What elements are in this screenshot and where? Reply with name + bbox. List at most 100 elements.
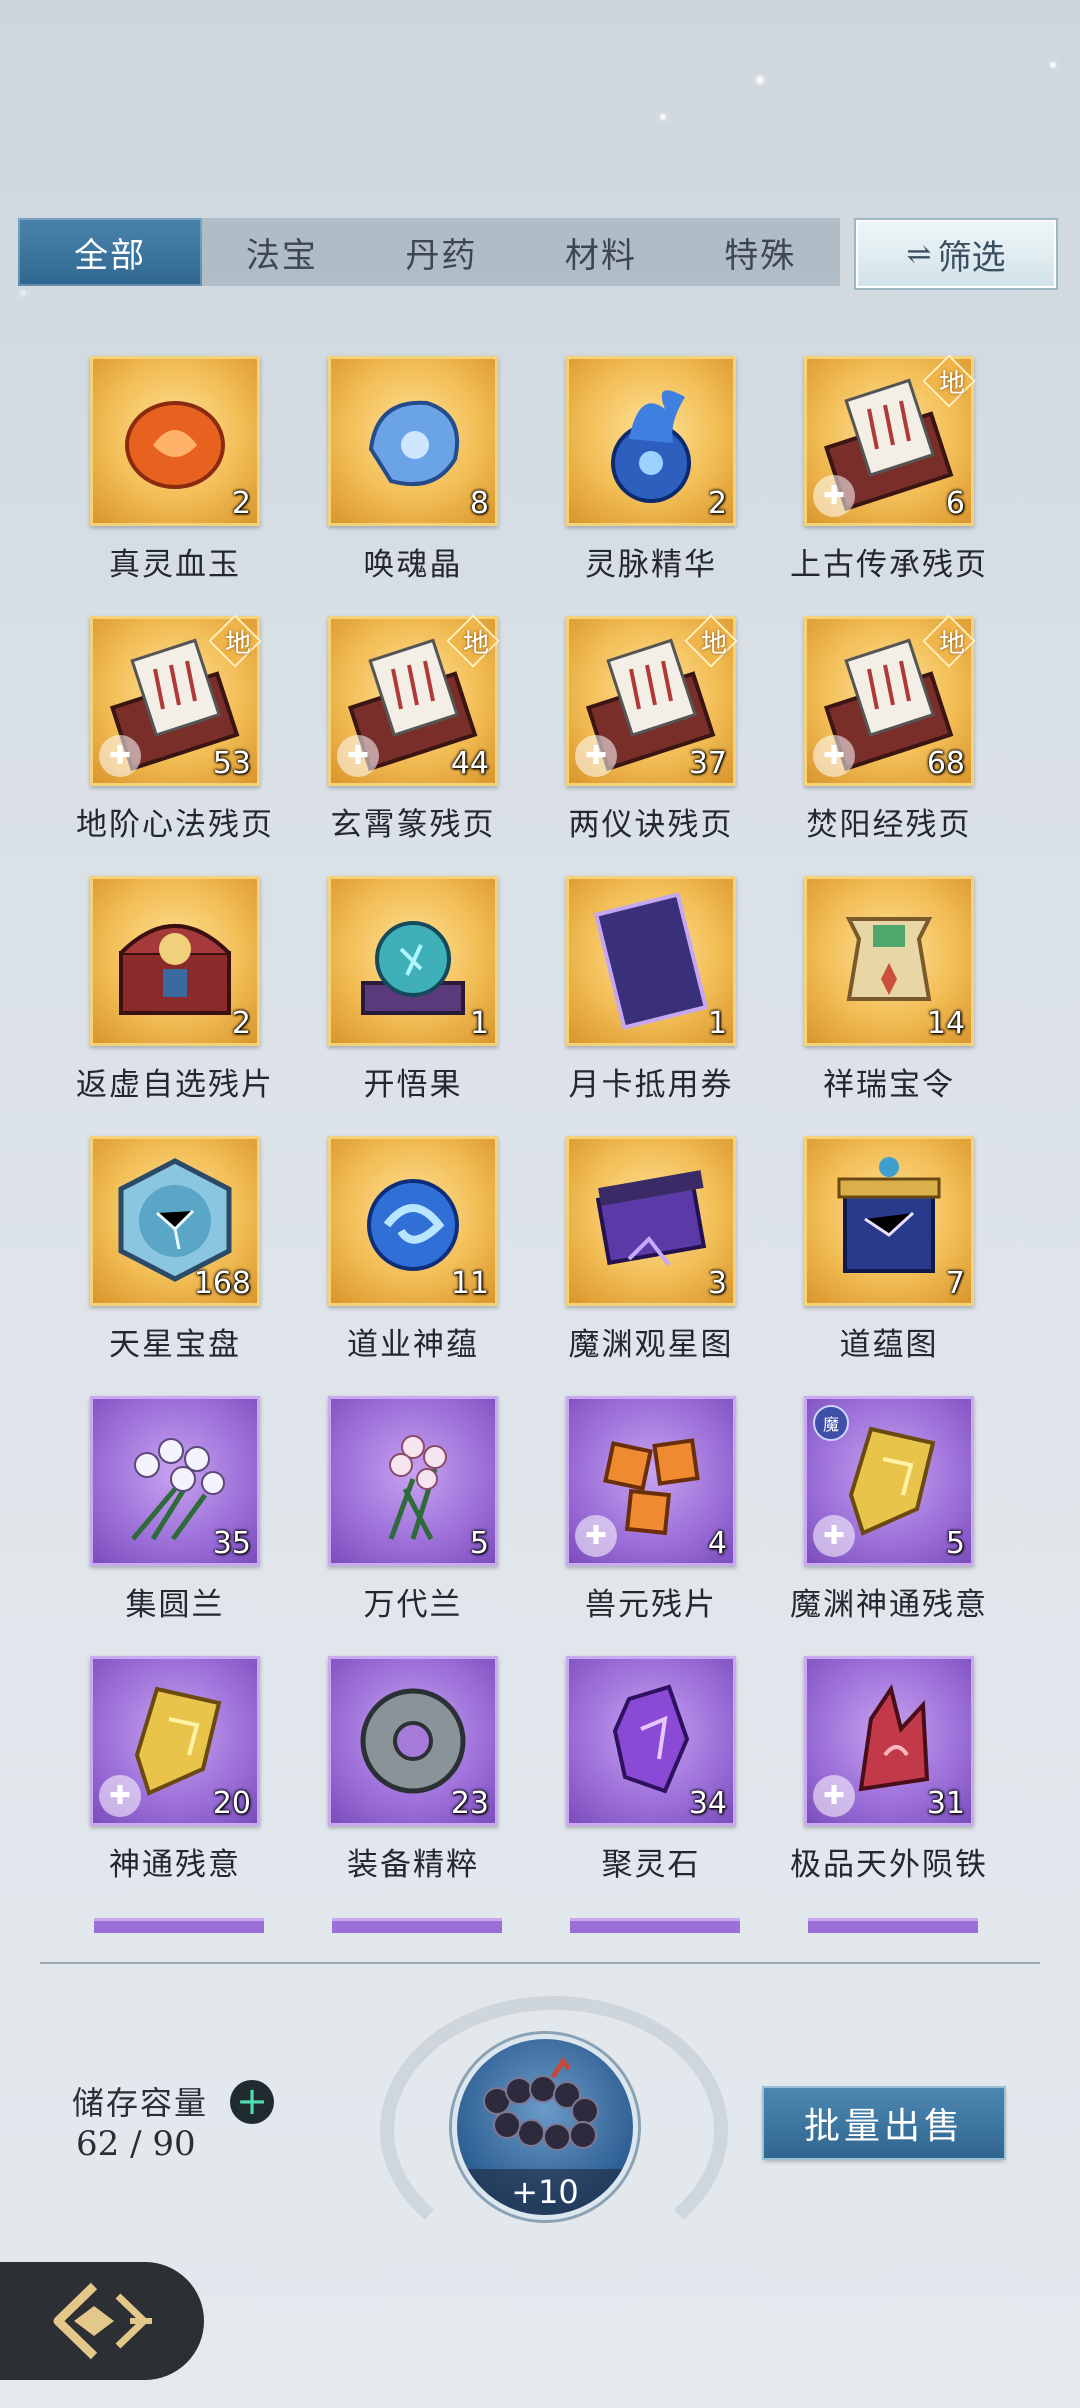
partial-item-row [808,1918,978,1933]
item-count: 2 [707,486,727,521]
item-icon-frame: 2 [90,356,260,526]
sparkle [756,76,764,84]
puzzle-piece-icon: ✚ [337,735,379,777]
item-name: 地阶心法残页 [76,807,274,843]
item-count: 35 [212,1526,251,1561]
item-icon-frame: ✚ 4 [566,1396,736,1566]
item-count: 34 [688,1786,727,1821]
sparkle [20,290,26,296]
tab-special[interactable]: 特殊 [681,218,840,286]
item-icon-frame: 5 [328,1396,498,1566]
item-count: 53 [212,746,251,781]
item-icon-frame: 魔 ✚ 5 [804,1396,974,1566]
inventory-item[interactable]: 地 ✚ 44 玄霄篆残页 [294,616,532,866]
sparkle [660,114,666,120]
item-name: 魔渊神通残意 [790,1587,988,1623]
item-icon-frame: 地 ✚ 53 [90,616,260,786]
tab-all[interactable]: 全部 [18,218,203,286]
tier-badge-text: 地 [938,369,965,399]
inventory-item[interactable]: 5 万代兰 [294,1396,532,1646]
bulk-sell-button[interactable]: 批量出售 [764,2088,1004,2158]
item-name: 极品天外陨铁 [790,1847,988,1883]
inventory-item[interactable]: 11 道业神蕴 [294,1136,532,1386]
inventory-item[interactable]: ✚ 4 兽元残片 [532,1396,770,1646]
category-tab-bar: 全部 法宝 丹药 材料 特殊 [18,218,840,286]
inventory-item[interactable]: 2 灵脉精华 [532,356,770,606]
inventory-item[interactable]: 2 返虚自选残片 [56,876,294,1126]
tier-badge-text: 地 [700,629,727,659]
item-name: 月卡抵用券 [568,1067,734,1103]
item-count: 11 [450,1266,489,1301]
item-name: 装备精粹 [347,1847,479,1883]
item-count: 8 [469,486,489,521]
inventory-item[interactable]: 7 道蕴图 [770,1136,1008,1386]
inventory-item[interactable]: 地 ✚ 37 两仪诀残页 [532,616,770,866]
filter-button[interactable]: ⇌ 筛选 [856,220,1056,288]
item-name: 魔渊观星图 [568,1327,734,1363]
item-icon-frame: 地 ✚ 6 [804,356,974,526]
item-icon-frame: ✚ 31 [804,1656,974,1826]
item-name: 返虚自选残片 [76,1067,274,1103]
demon-badge: 魔 [813,1405,849,1441]
tier-badge-text: 地 [938,629,965,659]
puzzle-piece-icon: ✚ [813,475,855,517]
storage-label: 储存容量 [72,2084,209,2122]
bracelet-button[interactable]: +10 [452,2034,638,2220]
tier-badge-text: 地 [224,629,251,659]
item-icon-frame: 11 [328,1136,498,1306]
item-name: 聚灵石 [601,1847,701,1883]
back-button[interactable] [0,2262,204,2380]
item-count: 68 [926,746,965,781]
inventory-item[interactable]: 14 祥瑞宝令 [770,876,1008,1126]
item-name: 集圆兰 [125,1587,225,1623]
puzzle-piece-icon: ✚ [575,735,617,777]
inventory-item[interactable]: 1 月卡抵用券 [532,876,770,1126]
item-icon-frame: 23 [328,1656,498,1826]
inventory-item[interactable]: 地 ✚ 53 地阶心法残页 [56,616,294,866]
item-icon-frame: 2 [566,356,736,526]
tab-material[interactable]: 材料 [521,218,680,286]
inventory-item[interactable]: 23 装备精粹 [294,1656,532,1906]
partial-item-row [570,1918,740,1933]
inventory-item[interactable]: 2 真灵血玉 [56,356,294,606]
item-count: 168 [193,1266,251,1301]
inventory-item[interactable]: 35 集圆兰 [56,1396,294,1646]
item-name: 焚阳经残页 [806,807,972,843]
item-icon-frame: 8 [328,356,498,526]
inventory-item[interactable]: 168 天星宝盘 [56,1136,294,1386]
back-arrow-icon [53,2282,152,2360]
inventory-item[interactable]: 魔 ✚ 5 魔渊神通残意 [770,1396,1008,1646]
item-name: 道业神蕴 [347,1327,479,1363]
item-icon-frame: 2 [90,876,260,1046]
item-count: 44 [450,746,489,781]
inventory-item[interactable]: 34 聚灵石 [532,1656,770,1906]
item-icon-frame: 7 [804,1136,974,1306]
inventory-item[interactable]: 1 开悟果 [294,876,532,1126]
inventory-item[interactable]: 8 唤魂晶 [294,356,532,606]
inventory-item[interactable]: ✚ 31 极品天外陨铁 [770,1656,1008,1906]
inventory-item[interactable]: ✚ 20 神通残意 [56,1656,294,1906]
tab-pill[interactable]: 丹药 [362,218,521,286]
item-count: 2 [231,1006,251,1041]
item-count: 2 [231,486,251,521]
sparkle [1050,62,1056,68]
bracelet-count: +10 [457,2169,633,2215]
item-icon-frame: 14 [804,876,974,1046]
expand-storage-button[interactable]: + [230,2080,274,2124]
puzzle-piece-icon: ✚ [813,1515,855,1557]
inventory-item[interactable]: 地 ✚ 6 上古传承残页 [770,356,1008,606]
item-icon-frame: 34 [566,1656,736,1826]
item-count: 6 [945,486,965,521]
item-name: 兽元残片 [585,1587,717,1623]
inventory-item[interactable]: 3 魔渊观星图 [532,1136,770,1386]
tier-badge-text: 地 [462,629,489,659]
inventory-item[interactable]: 地 ✚ 68 焚阳经残页 [770,616,1008,866]
puzzle-piece-icon: ✚ [813,1775,855,1817]
item-count: 37 [688,746,727,781]
partial-item-row [332,1918,502,1933]
swap-arrows-icon: ⇌ [906,236,932,272]
item-name: 真灵血玉 [109,547,241,583]
tab-artifact[interactable]: 法宝 [202,218,361,286]
item-icon-frame: 3 [566,1136,736,1306]
puzzle-piece-icon: ✚ [99,1775,141,1817]
